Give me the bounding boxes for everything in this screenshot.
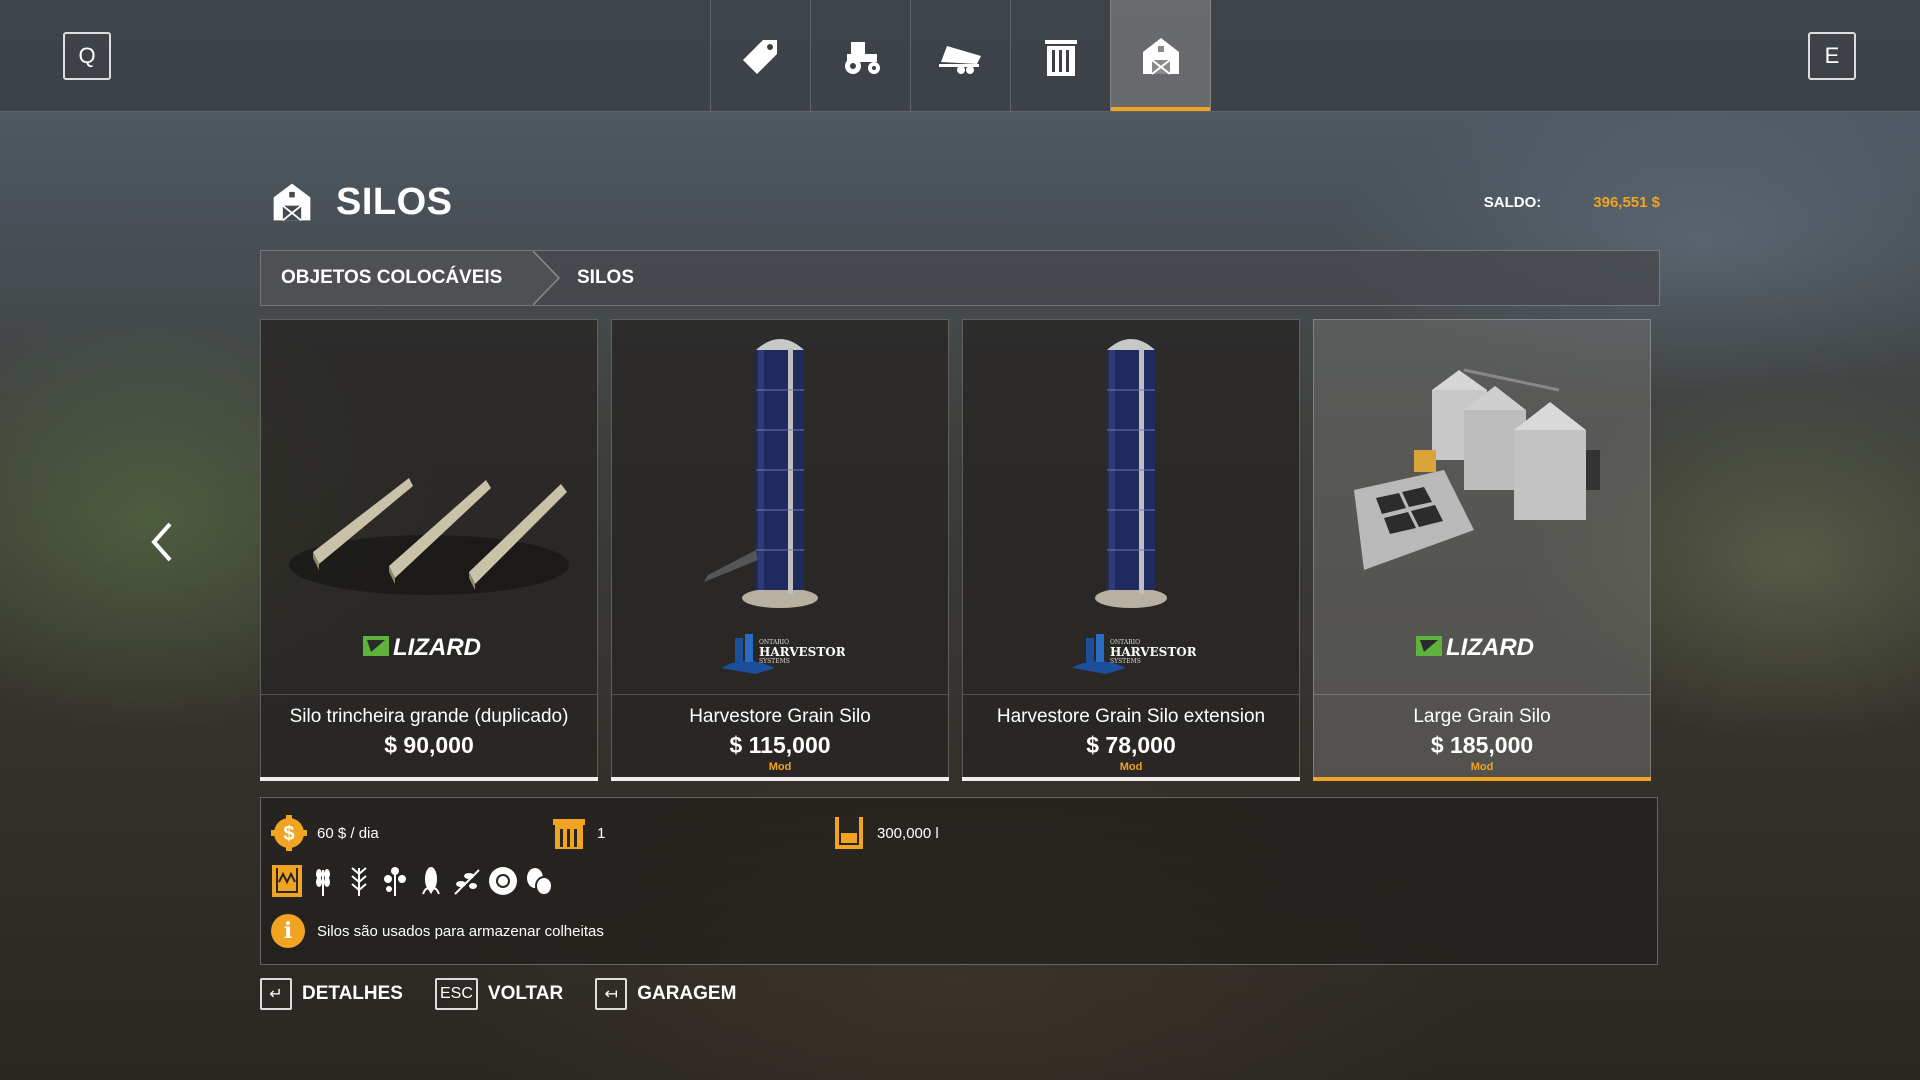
- esc-key-icon: ESC: [434, 978, 478, 1010]
- item-card[interactable]: ONTARIO HARVESTORE SYSTEMS Harvestore Gr…: [611, 319, 949, 781]
- soybean-icon: [454, 869, 480, 895]
- prev-category-key-label: Q: [78, 43, 96, 68]
- item-description: i Silos são usados para armazenar colhei…: [271, 914, 604, 948]
- svg-text:HARVESTORE: HARVESTORE: [1110, 645, 1196, 659]
- back-button[interactable]: ESC VOLTAR: [434, 978, 564, 1010]
- tab-silos[interactable]: [1110, 0, 1211, 111]
- mod-badge: Mod: [1119, 761, 1143, 773]
- tab-vehicles[interactable]: [810, 0, 910, 111]
- svg-text:LIZARD: LIZARD: [1446, 634, 1534, 660]
- canola-icon: [384, 867, 406, 896]
- item-price: $ 115,000: [729, 732, 831, 758]
- item-price: $ 78,000: [1086, 732, 1176, 758]
- enter-key-icon: ↵: [260, 978, 292, 1010]
- price-tag-icon: [742, 39, 777, 74]
- card-underline: [611, 777, 949, 781]
- silo-fill-icon: [272, 865, 302, 897]
- breadcrumb-current-label: SILOS: [577, 267, 635, 288]
- page-header: SILOS: [270, 180, 453, 224]
- card-underline: [962, 777, 1300, 781]
- item-name: Large Grain Silo: [1413, 706, 1551, 727]
- corn-icon: [422, 867, 440, 895]
- tab-objects[interactable]: [1010, 0, 1110, 111]
- garage-button[interactable]: ↤ GARAGEM: [595, 978, 736, 1010]
- tractor-icon: [844, 41, 880, 74]
- action-bar: ↵ DETALHES ESC VOLTAR ↤ GARAGEM: [260, 978, 736, 1010]
- upkeep-value: 60 $ / dia: [317, 824, 379, 842]
- info-icon: i: [271, 914, 305, 948]
- potato-icon: [527, 868, 553, 896]
- breadcrumb-item-current: SILOS: [563, 267, 634, 289]
- tab-sales[interactable]: [710, 0, 810, 111]
- barn-icon: [1142, 37, 1179, 75]
- back-label: VOLTAR: [487, 983, 564, 1004]
- item-price: $ 90,000: [384, 732, 474, 758]
- breadcrumb-item-category[interactable]: OBJETOS COLOCÁVEIS: [261, 251, 533, 305]
- barley-icon: [351, 867, 367, 896]
- item-image-harvestore-extension: ONTARIO HARVESTORE SYSTEMS: [963, 320, 1299, 695]
- svg-text:SYSTEMS: SYSTEMS: [1110, 658, 1141, 665]
- count-value: 1: [597, 824, 606, 842]
- capacity-value: 300,000 l: [877, 824, 939, 842]
- wheat-icon: [316, 869, 330, 896]
- tab-tools[interactable]: [910, 0, 1010, 111]
- prev-category-key[interactable]: Q: [63, 32, 111, 80]
- brand-logo: ONTARIO HARVESTORE SYSTEMS: [612, 632, 948, 681]
- item-card[interactable]: ONTARIO HARVESTORE SYSTEMS Harvestore Gr…: [962, 319, 1300, 781]
- storage-building-icon: [1044, 39, 1077, 76]
- balance-value: 396,551 $: [1593, 194, 1660, 211]
- previous-page-arrow[interactable]: [148, 520, 178, 564]
- description-text: Silos são usados para armazenar colheita…: [317, 922, 604, 940]
- item-price: $ 185,000: [1430, 732, 1534, 758]
- item-image-harvestore-silo: ONTARIO HARVESTORE SYSTEMS: [612, 320, 948, 695]
- item-card-selected[interactable]: LIZARD Large Grain Silo $ 185,000 Mod: [1313, 319, 1651, 781]
- card-underline-selected: [1313, 777, 1651, 781]
- svg-text:SYSTEMS: SYSTEMS: [759, 658, 790, 665]
- brand-logo: ONTARIO HARVESTORE SYSTEMS: [963, 632, 1299, 681]
- item-name: Harvestore Grain Silo extension: [996, 706, 1266, 727]
- upkeep-stat: $ 60 $ / dia: [271, 815, 379, 851]
- mod-badge: Mod: [768, 761, 792, 773]
- breadcrumb: OBJETOS COLOCÁVEIS SILOS: [260, 250, 1660, 306]
- trailer-icon: [938, 45, 981, 74]
- next-category-key[interactable]: E: [1808, 32, 1856, 80]
- capacity-icon: [835, 817, 863, 849]
- backspace-key-icon: ↤: [595, 978, 628, 1010]
- barn-icon: [273, 183, 311, 222]
- chevron-left-icon: [151, 522, 172, 562]
- details-label: DETALHES: [302, 983, 403, 1004]
- mod-badge: Mod: [1470, 761, 1494, 773]
- breadcrumb-category-label: OBJETOS COLOCÁVEIS: [281, 267, 503, 288]
- brand-logo: LIZARD: [1314, 632, 1650, 665]
- money-gear-icon: $: [271, 815, 307, 851]
- fill-type-list: [271, 864, 555, 898]
- svg-text:$: $: [283, 823, 294, 845]
- item-name: Silo trincheira grande (duplicado): [289, 706, 569, 727]
- top-navigation-bar: Q E: [0, 0, 1920, 112]
- breadcrumb-separator: [532, 250, 563, 306]
- count-stat: 1: [551, 815, 605, 851]
- card-underline: [260, 777, 598, 781]
- capacity-stat: 300,000 l: [831, 815, 939, 851]
- details-button[interactable]: ↵ DETALHES: [260, 978, 403, 1010]
- item-image-bunker-silo: LIZARD: [261, 320, 597, 695]
- svg-text:HARVESTORE: HARVESTORE: [759, 645, 845, 659]
- item-details-panel: $ 60 $ / dia 1 300,000 l i Silos são usa…: [260, 797, 1658, 965]
- balance: SALDO: 396,551 $: [1484, 194, 1660, 211]
- page-title: SILOS: [336, 180, 453, 223]
- brand-logo: LIZARD: [261, 632, 597, 665]
- sunflower-icon: [489, 867, 517, 895]
- storage-building-icon: [553, 819, 585, 849]
- item-card[interactable]: LIZARD Silo trincheira grande (duplicado…: [260, 319, 598, 781]
- category-tabs: [710, 0, 1211, 111]
- item-name: Harvestore Grain Silo: [689, 706, 871, 727]
- item-image-large-grain-silo: LIZARD: [1314, 320, 1650, 695]
- balance-label: SALDO:: [1483, 194, 1542, 211]
- item-carousel: LIZARD Silo trincheira grande (duplicado…: [260, 319, 1651, 781]
- svg-text:LIZARD: LIZARD: [393, 634, 481, 660]
- next-category-key-label: E: [1824, 43, 1840, 68]
- garage-label: GARAGEM: [637, 983, 737, 1004]
